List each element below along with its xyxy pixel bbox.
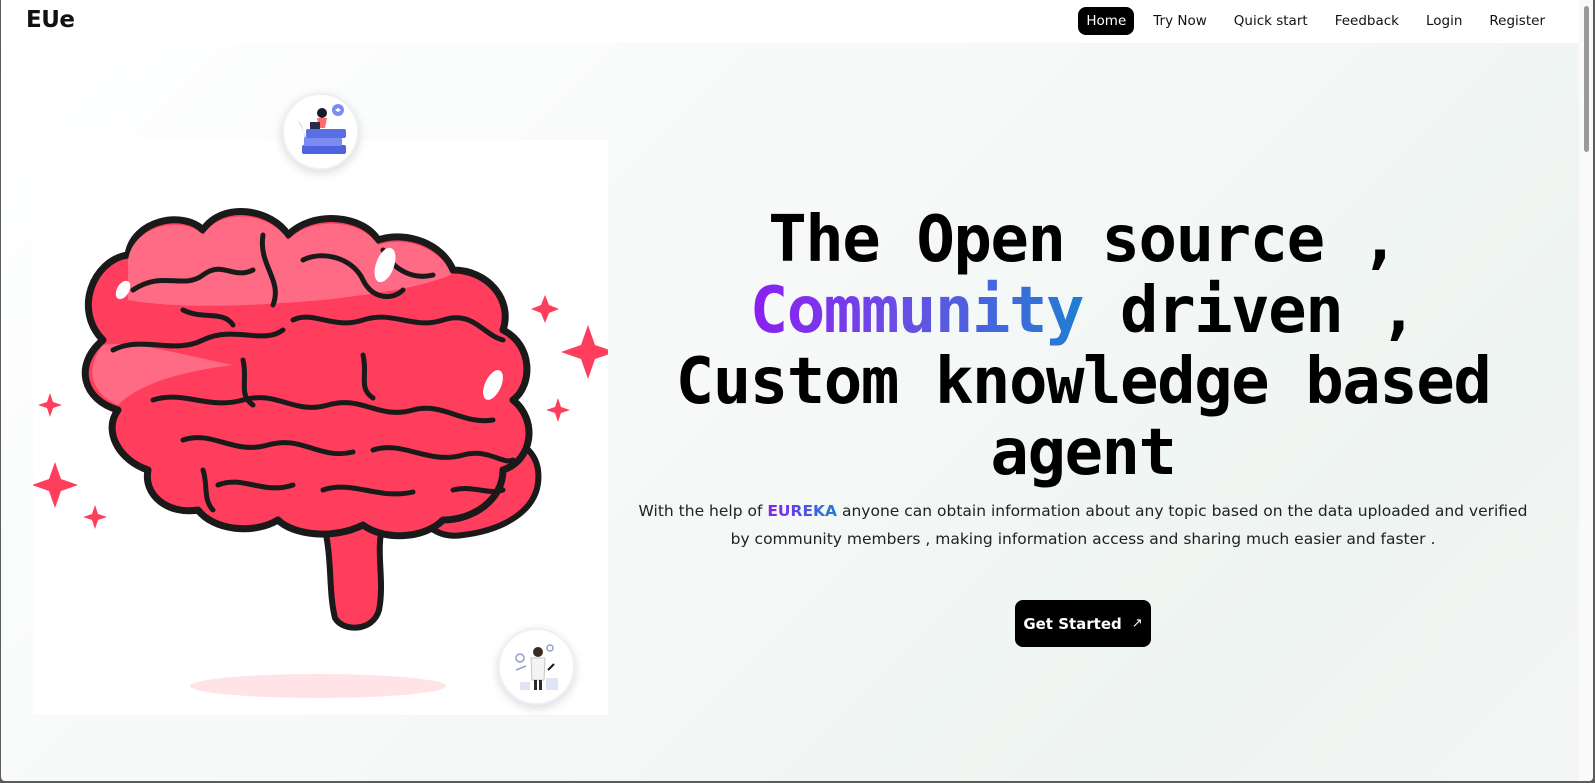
headline-line-2: Community driven ,: [621, 276, 1545, 347]
nav-login[interactable]: Login: [1418, 7, 1470, 35]
nav-register[interactable]: Register: [1481, 7, 1553, 35]
brain-illustration: [33, 208, 608, 698]
nav-links: Home Try Now Quick start Feedback Login …: [1073, 7, 1553, 35]
headline-line-2-rest: driven ,: [1083, 274, 1418, 348]
hero-headline: The Open source , Community driven , Cus…: [621, 205, 1545, 489]
desc-suffix: anyone can obtain information about any …: [730, 502, 1528, 548]
headline-line-4: agent: [990, 416, 1177, 490]
nav-feedback[interactable]: Feedback: [1327, 7, 1407, 35]
logo[interactable]: EUe: [26, 7, 75, 33]
desc-brand: EUREKA: [767, 502, 838, 520]
scrollbar-thumb[interactable]: [1584, 6, 1589, 152]
headline-line-1: The Open source ,: [768, 203, 1399, 277]
hero-section: The Open source , Community driven , Cus…: [621, 205, 1545, 553]
page: EUe Home Try Now Quick start Feedback Lo…: [1, 0, 1593, 781]
headline-line-3: Custom knowledge based: [675, 345, 1492, 419]
nav-home[interactable]: Home: [1078, 7, 1135, 35]
top-nav: EUe Home Try Now Quick start Feedback Lo…: [1, 0, 1579, 43]
nav-try-now[interactable]: Try Now: [1145, 7, 1215, 35]
person-on-books-icon: [282, 93, 359, 170]
desc-prefix: With the help of: [638, 502, 768, 520]
headline-highlight: Community: [749, 274, 1085, 348]
get-started-label: Get Started: [1023, 614, 1122, 633]
arrow-up-right-icon: ↗: [1131, 616, 1143, 631]
nav-quick-start[interactable]: Quick start: [1226, 7, 1316, 35]
scientist-icon: [498, 628, 575, 705]
scrollbar[interactable]: [1579, 0, 1593, 781]
get-started-button[interactable]: Get Started ↗: [1015, 600, 1151, 647]
hero-description: With the help of EUREKA anyone can obtai…: [621, 497, 1545, 553]
